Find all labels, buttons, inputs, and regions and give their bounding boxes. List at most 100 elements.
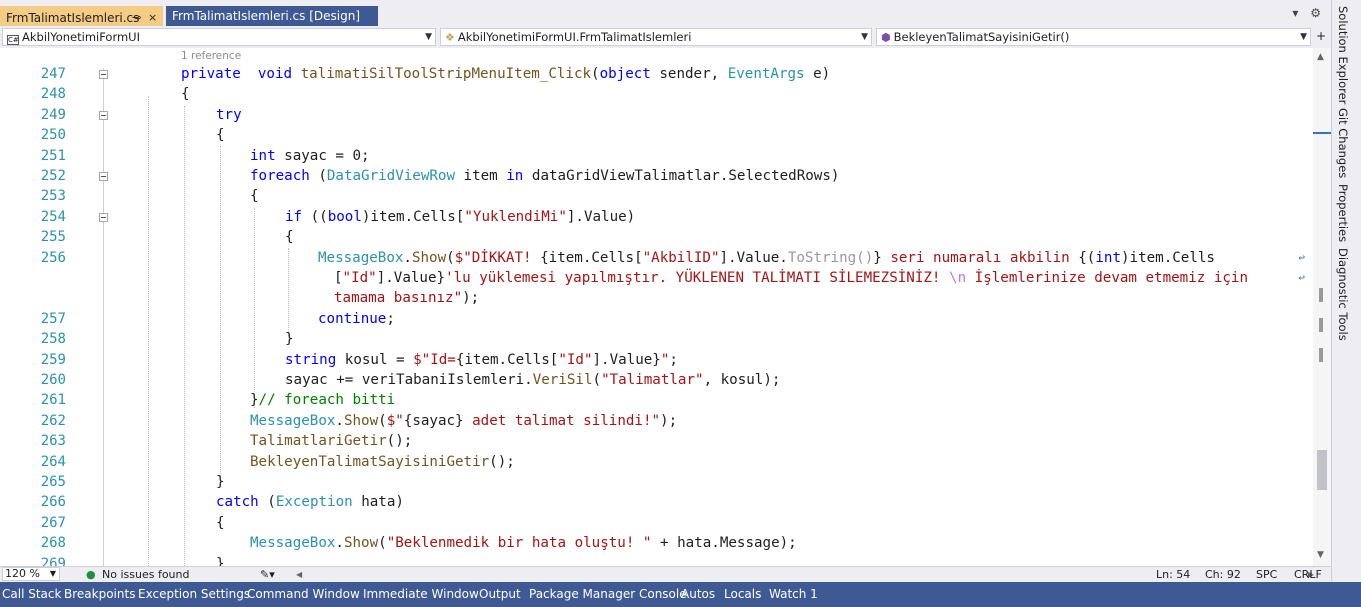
code-text: int sayac = 0;	[250, 146, 370, 166]
tool-tab-exception-settings[interactable]: Exception Settings	[138, 587, 250, 601]
code-cleanup-icon[interactable]: ✎▾	[260, 567, 275, 582]
tool-tab-breakpoints[interactable]: Breakpoints	[64, 587, 135, 601]
right-tool-rail: Solution Explorer Git Changes Properties…	[1331, 0, 1361, 582]
code-text: {	[216, 513, 225, 533]
code-token: }	[285, 331, 294, 348]
line-number-indicator[interactable]: Ln: 54	[1156, 567, 1190, 582]
code-text: }// foreach bitti	[250, 390, 395, 410]
code-line-255[interactable]: 255 {	[0, 227, 1313, 247]
code-token: .	[335, 535, 344, 552]
code-line-263[interactable]: 263 TalimatlariGetir();	[0, 431, 1313, 451]
code-line-251[interactable]: 251 int sayac = 0;	[0, 146, 1313, 166]
project-dropdown[interactable]: C# AkbilYonetimiFormUI ▼	[2, 28, 436, 46]
tab-label: FrmTalimatIslemleri.cs [Design]	[172, 9, 361, 23]
code-line-265[interactable]: 265}	[0, 472, 1313, 492]
code-text: {	[181, 84, 190, 104]
git-changes-tab[interactable]: Git Changes	[1336, 108, 1350, 178]
code-text: if ((bool)item.Cells["YuklendiMi"].Value…	[285, 207, 635, 227]
code-token: dataGridViewTalimatlar.SelectedRows)	[523, 168, 840, 184]
line-number: 251	[40, 147, 66, 164]
code-editor[interactable]: 1 reference 247 private void talimatiSilT…	[0, 48, 1313, 566]
code-line-252[interactable]: 252 foreach (DataGridViewRow item in data…	[0, 166, 1313, 186]
code-line-wrap[interactable]: ["Id"].Value}'lu yüklemesi yapılmıştır. …	[0, 268, 1313, 288]
scroll-down-arrow-icon[interactable]: ▼	[1317, 550, 1324, 560]
code-token: in	[506, 168, 524, 184]
codelens-reference-hint[interactable]: 1 reference	[181, 50, 241, 62]
code-line-wrap[interactable]: tamama basınız");	[0, 288, 1313, 308]
editor-vertical-scrollbar[interactable]: ▲ ▼	[1313, 48, 1331, 566]
code-line-260[interactable]: 260 sayac += veriTabaniIslemleri.VeriSil(…	[0, 370, 1313, 390]
settings-gear-icon[interactable]: ⚙	[1310, 6, 1321, 20]
code-token: {	[216, 127, 225, 144]
code-line-254[interactable]: 254 if ((bool)item.Cells["YuklendiMi"].Va…	[0, 207, 1313, 227]
tool-tab-call-stack[interactable]: Call Stack	[2, 587, 61, 601]
code-text: {	[250, 186, 259, 206]
collapse-region-icon[interactable]	[99, 110, 108, 120]
zoom-dropdown[interactable]: 120 % ▼	[2, 567, 60, 581]
column-indicator[interactable]: Ch: 92	[1205, 567, 1241, 582]
code-line-248[interactable]: 248 {	[0, 84, 1313, 104]
code-token: e)	[804, 66, 831, 82]
code-text: MessageBox.Show("Beklenmedik bir hata ol…	[250, 533, 797, 553]
issues-status[interactable]: No issues found	[102, 567, 189, 582]
code-line-256[interactable]: 256 MessageBox.Show($"DİKKAT! {item.Cells…	[0, 248, 1313, 268]
collapse-region-icon[interactable]	[99, 212, 108, 222]
code-line-259[interactable]: 259 string kosul = $"Id={item.Cells["Id"]…	[0, 350, 1313, 370]
scroll-left-arrow-icon[interactable]: ◀	[296, 567, 302, 582]
tool-tab-locals[interactable]: Locals	[724, 587, 761, 601]
line-number: 269	[40, 555, 66, 566]
tool-tab-immediate-window[interactable]: Immediate Window	[363, 587, 479, 601]
code-token: MessageBox	[318, 249, 404, 266]
code-token: ;	[669, 351, 678, 368]
line-ending-mode[interactable]: CRLF	[1294, 567, 1322, 582]
collapse-region-icon[interactable]	[99, 70, 108, 79]
solution-explorer-tab[interactable]: Solution Explorer	[1336, 6, 1350, 104]
tool-tab-command-window[interactable]: Command Window	[247, 587, 360, 601]
tab-frmtalimatislemleri-cs[interactable]: FrmTalimatIslemleri.cs ⊸ ×	[0, 6, 163, 26]
member-dropdown[interactable]: ⬢ BekleyenTalimatSayisiniGetir() ▼	[876, 28, 1311, 46]
word-wrap-glyph-icon: ↩	[1298, 250, 1305, 264]
line-number: 249	[40, 106, 66, 123]
whitespace-mode[interactable]: SPC	[1256, 567, 1277, 582]
code-line-249[interactable]: 249 try	[0, 105, 1313, 125]
tool-tab-package-manager-console[interactable]: Package Manager Console	[529, 587, 687, 601]
close-icon[interactable]: ×	[148, 8, 157, 28]
pin-icon[interactable]: ⊸	[132, 8, 141, 28]
code-token: {item.Cells[	[540, 249, 643, 266]
code-line-268[interactable]: 268 MessageBox.Show("Beklenmedik bir hata…	[0, 533, 1313, 553]
tab-frmtalimatislemleri-design[interactable]: FrmTalimatIslemleri.cs [Design]	[166, 6, 378, 26]
code-line-266[interactable]: 266 catch (Exception hata)	[0, 492, 1313, 512]
class-dropdown[interactable]: ❖ AkbilYonetimiFormUI.FrmTalimatIslemleri…	[440, 28, 872, 46]
code-line-261[interactable]: 261}// foreach bitti	[0, 390, 1313, 410]
split-editor-icon[interactable]: +	[1316, 29, 1326, 43]
scroll-up-arrow-icon[interactable]: ▲	[1317, 52, 1324, 62]
code-line-269[interactable]: 269}	[0, 554, 1313, 566]
code-line-267[interactable]: 267 {	[0, 513, 1313, 533]
code-token: (	[258, 494, 276, 511]
code-token: }	[250, 392, 259, 409]
code-line-258[interactable]: 258}	[0, 329, 1313, 349]
code-token: foreach	[250, 168, 310, 184]
code-line-257[interactable]: 257 continue;	[0, 309, 1313, 329]
properties-tab[interactable]: Properties	[1336, 184, 1350, 242]
diagnostic-tools-tab[interactable]: Diagnostic Tools	[1336, 248, 1350, 341]
line-number: 258	[40, 331, 66, 348]
code-token: ].Value}	[592, 351, 661, 368]
scrollbar-marker	[1319, 318, 1323, 332]
code-token: .	[335, 412, 344, 429]
chevron-down-icon[interactable]: ▾	[1292, 6, 1298, 20]
code-line-262[interactable]: 262 MessageBox.Show($"{sayac} adet talima…	[0, 411, 1313, 431]
code-line-253[interactable]: 253 {	[0, 186, 1313, 206]
code-token: MessageBox	[250, 535, 336, 552]
code-line-250[interactable]: 250 {	[0, 125, 1313, 145]
code-line-247[interactable]: 247 private void talimatiSilToolStripMenu…	[0, 64, 1313, 84]
code-line-264[interactable]: 264 BekleyenTalimatSayisiniGetir();	[0, 452, 1313, 472]
bottom-tool-window-tabs: Call Stack Breakpoints Exception Settings C…	[0, 582, 1361, 607]
collapse-region-icon[interactable]	[99, 172, 108, 181]
scrollbar-thumb[interactable]	[1317, 450, 1327, 490]
tool-tab-output[interactable]: Output	[479, 587, 521, 601]
tool-tab-watch-1[interactable]: Watch 1	[769, 587, 818, 601]
code-token: Show	[343, 412, 379, 429]
tool-tab-autos[interactable]: Autos	[681, 587, 715, 601]
code-text: string kosul = $"Id={item.Cells["Id"].Va…	[285, 350, 678, 370]
